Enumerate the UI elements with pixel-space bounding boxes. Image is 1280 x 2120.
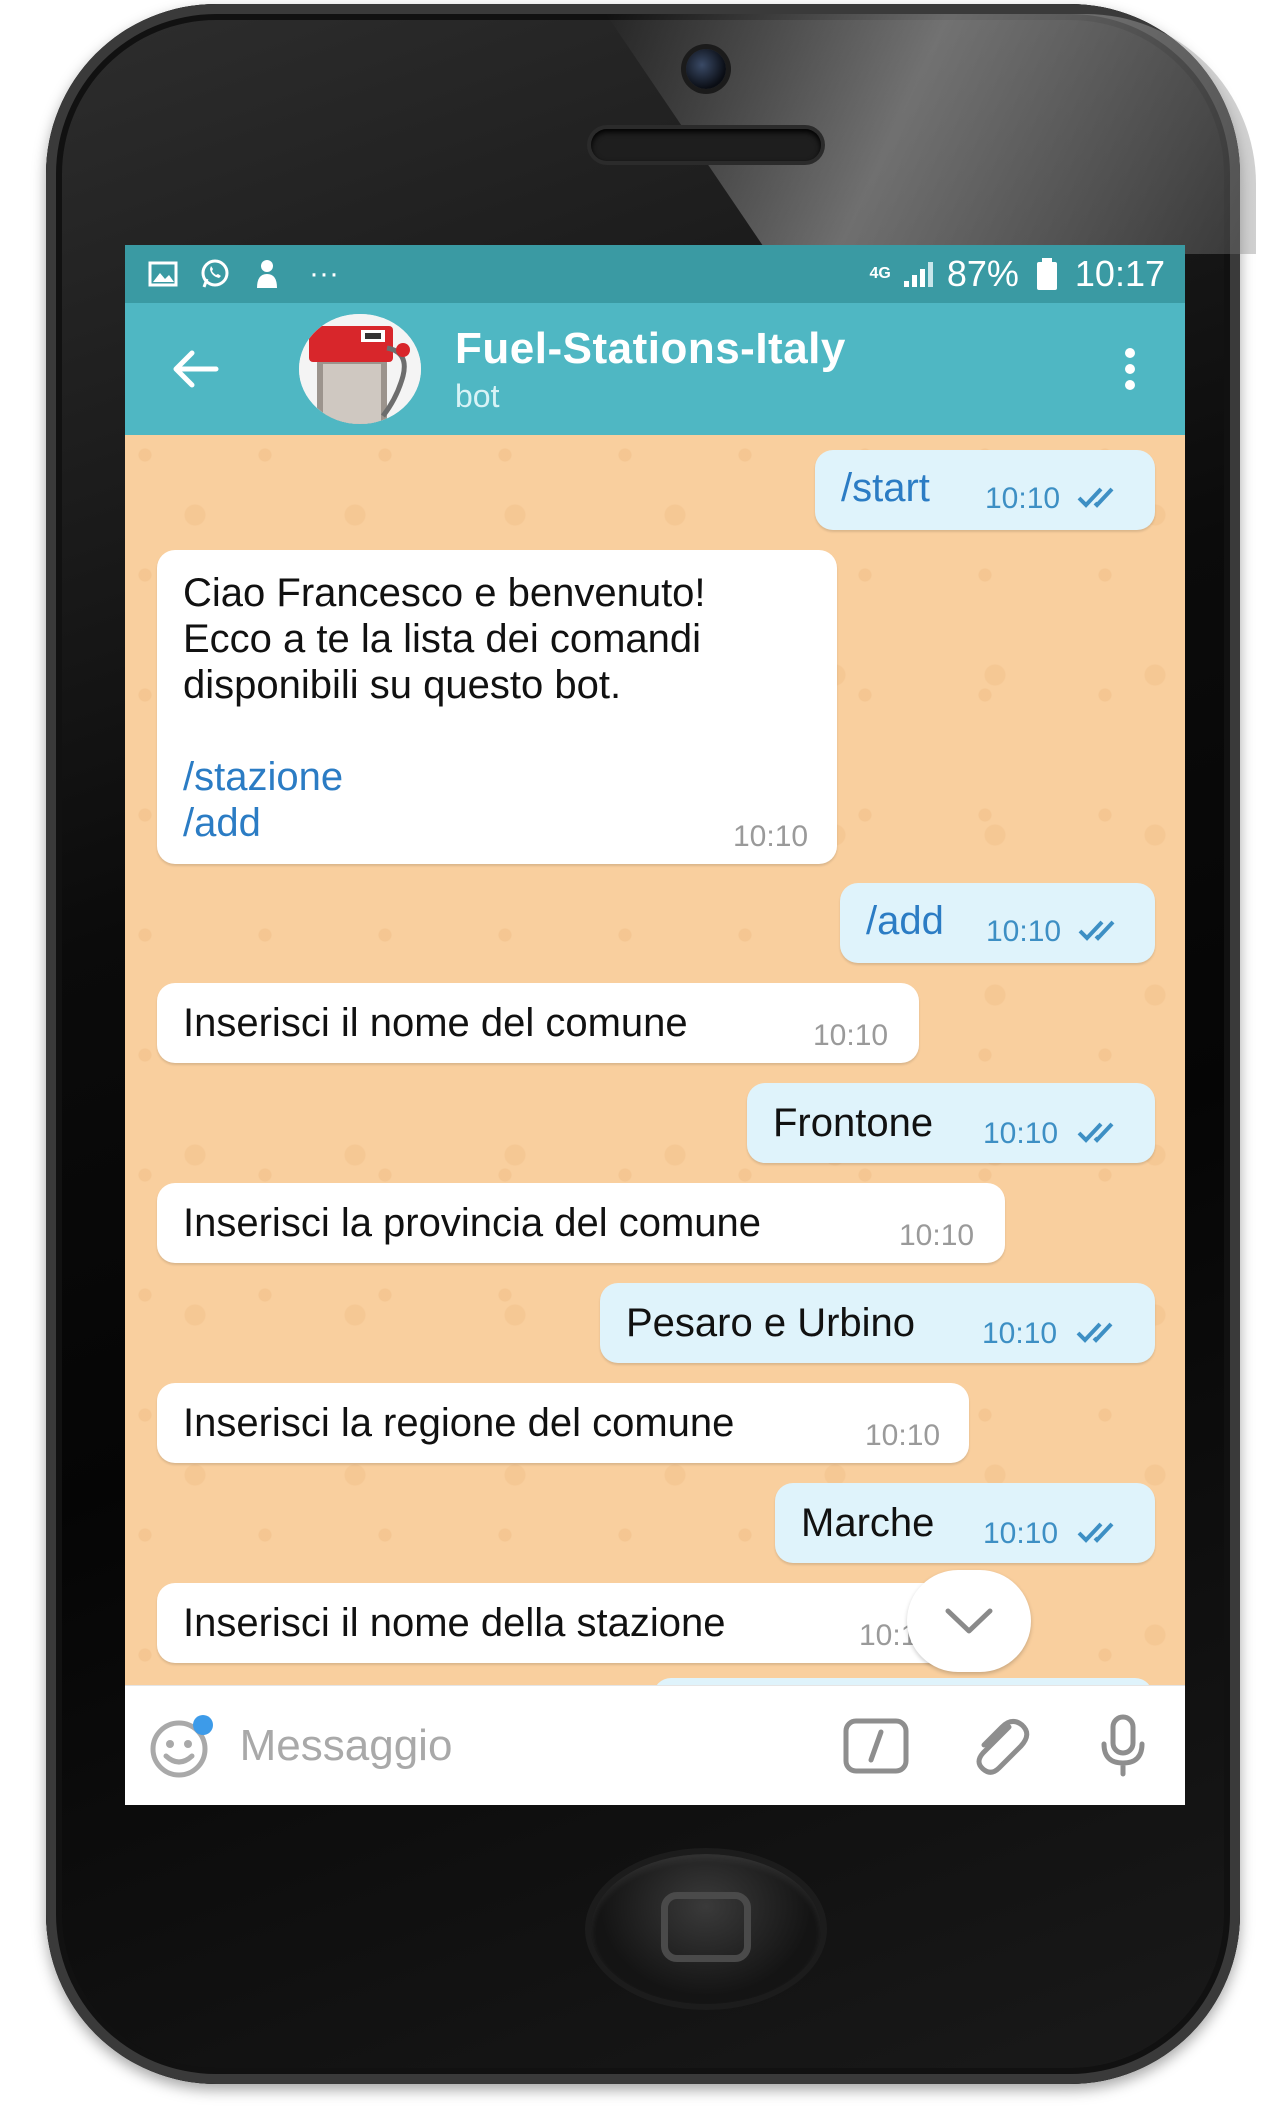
status-bar: ··· 4G 87% 10:17 — [125, 245, 1185, 303]
message-time: 10:10 — [982, 1317, 1058, 1350]
message-text[interactable]: /start — [841, 465, 930, 511]
message-text: Inserisci il nome del comune — [183, 1001, 688, 1045]
message-time: 10:10 — [986, 915, 1062, 948]
more-notifications-indicator: ··· — [309, 257, 339, 290]
message-incoming[interactable]: Inserisci il nome del comune 10:10 — [157, 983, 919, 1063]
status-notifications: ··· — [145, 256, 339, 292]
message-time: 10:10 — [865, 1419, 941, 1452]
message-text-line: disponibili su questo bot. — [183, 663, 622, 707]
double-check-icon — [1077, 1522, 1114, 1543]
slash-command-icon — [843, 1718, 909, 1773]
double-check-icon — [1078, 920, 1115, 941]
chat-header: Fuel-Stations-Italy bot — [125, 303, 1185, 435]
command-link-stazione[interactable]: /stazione — [183, 754, 343, 800]
arrow-left-icon — [173, 350, 219, 388]
message-text: Inserisci la provincia del comune — [183, 1201, 762, 1245]
fuel-pump-icon — [299, 314, 421, 424]
message-outgoing[interactable]: Frontone 10:10 — [747, 1083, 1155, 1163]
message-composer — [125, 1685, 1185, 1805]
message-outgoing[interactable]: Marche 10:10 — [775, 1483, 1155, 1563]
battery-icon — [1029, 256, 1065, 292]
double-check-icon — [1077, 1122, 1114, 1143]
message-text-line: Ecco a te la lista dei comandi — [183, 617, 702, 661]
chat-subtitle: bot — [455, 377, 500, 414]
voice-button[interactable] — [1062, 1686, 1185, 1805]
message-text: Marche — [801, 1501, 935, 1545]
home-square-icon — [661, 1892, 751, 1962]
home-button[interactable] — [591, 1854, 821, 2004]
message-text: Inserisci la regione del comune — [183, 1401, 735, 1445]
avatar[interactable] — [299, 314, 421, 424]
phone-screen: ··· 4G 87% 10:17 Fuel-Stations-Italy bot… — [125, 245, 1185, 1805]
message-outgoing[interactable]: Pesaro e Urbino 10:10 — [600, 1283, 1155, 1363]
message-outgoing[interactable]: /add 10:10 — [840, 883, 1155, 963]
paperclip-icon — [976, 1718, 1030, 1775]
whatsapp-icon — [197, 256, 233, 292]
message-text: Pesaro e Urbino — [626, 1301, 916, 1345]
person-icon — [249, 256, 285, 292]
message-time: 10:10 — [899, 1219, 975, 1252]
message-text[interactable]: /add — [866, 898, 944, 944]
message-input[interactable] — [239, 1705, 815, 1786]
back-button[interactable] — [125, 303, 265, 435]
gallery-icon — [145, 256, 181, 292]
status-system: 4G 87% 10:17 — [870, 253, 1166, 295]
message-text-line: Ciao Francesco e benvenuto! — [183, 571, 706, 615]
emoji-button[interactable] — [125, 1686, 240, 1805]
battery-percent: 87% — [946, 253, 1019, 294]
message-list[interactable]: /start 10:10 Ciao Francesco e benvenuto!… — [125, 435, 1185, 1718]
message-text: Inserisci il nome della stazione — [183, 1601, 726, 1645]
command-link-add[interactable]: /add — [183, 800, 261, 846]
message-time: 10:10 — [733, 820, 809, 853]
chevron-down-icon — [945, 1608, 993, 1634]
signal-icon — [901, 256, 937, 292]
bot-command-button[interactable] — [815, 1686, 938, 1805]
chat-title-block[interactable]: Fuel-Stations-Italy bot — [455, 324, 846, 415]
message-time: 10:10 — [983, 1117, 1059, 1150]
more-vertical-icon — [1125, 348, 1135, 390]
message-time: 10:10 — [985, 482, 1061, 515]
message-time: 10:10 — [983, 1517, 1059, 1550]
clock: 10:17 — [1074, 253, 1165, 294]
message-incoming[interactable]: Ciao Francesco e benvenuto! Ecco a te la… — [157, 550, 837, 864]
message-incoming[interactable]: Inserisci la regione del comune 10:10 — [157, 1383, 969, 1463]
microphone-icon — [1101, 1714, 1145, 1776]
earpiece-speaker — [591, 129, 821, 161]
menu-button[interactable] — [1075, 303, 1185, 435]
message-text: Frontone — [773, 1101, 934, 1145]
scroll-to-bottom-button[interactable] — [907, 1570, 1031, 1672]
attach-button[interactable] — [938, 1686, 1061, 1805]
message-incoming[interactable]: Inserisci il nome della stazione 10:10 — [157, 1583, 965, 1663]
chat-title: Fuel-Stations-Italy — [455, 323, 846, 373]
message-time: 10:10 — [813, 1019, 889, 1052]
front-camera — [686, 49, 726, 89]
double-check-icon — [1076, 1322, 1113, 1343]
double-check-icon — [1077, 487, 1114, 508]
network-type: 4G — [869, 265, 891, 282]
message-incoming[interactable]: Inserisci la provincia del comune 10:10 — [157, 1183, 1005, 1263]
emoji-icon — [150, 1714, 214, 1777]
message-outgoing[interactable]: /start 10:10 — [815, 450, 1155, 530]
